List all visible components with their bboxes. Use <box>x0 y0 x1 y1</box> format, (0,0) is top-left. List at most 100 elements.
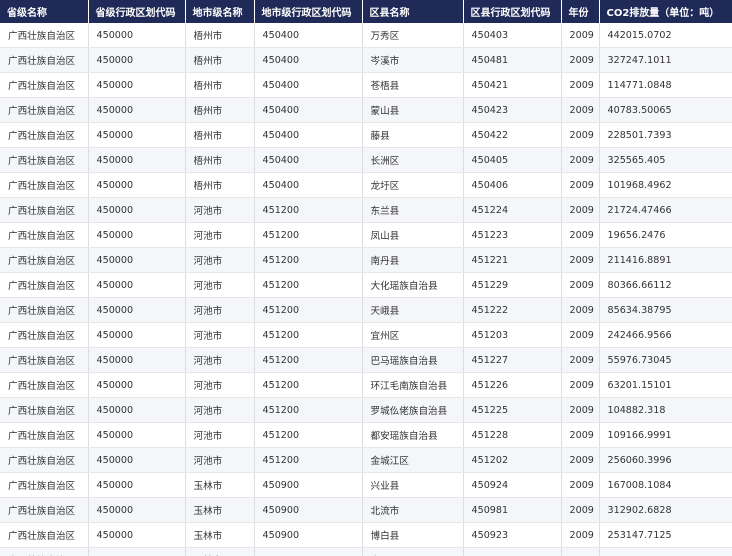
cell-county: 大化瑶族自治县 <box>362 272 464 298</box>
cell-city-code: 450400 <box>254 122 363 148</box>
cell-province-code: 450000 <box>88 23 186 48</box>
cell-county-code: 450403 <box>463 23 562 48</box>
cell-county-code: 451227 <box>463 347 562 373</box>
cell-province-code: 450000 <box>88 97 186 123</box>
cell-province-code: 450000 <box>88 547 186 556</box>
table-row: 广西壮族自治区 450000 河池市 451200 罗城仫佬族自治县 451225 2009… <box>0 397 732 423</box>
cell-province-code: 450000 <box>88 397 186 423</box>
cell-co2-emission: 167008.1084 <box>599 472 732 498</box>
cell-province-code: 450000 <box>88 447 186 473</box>
cell-province-code: 450000 <box>88 172 186 198</box>
cell-year: 2009 <box>561 197 600 223</box>
column-header-year[interactable]: 年份 <box>561 0 600 23</box>
cell-city-code: 451200 <box>254 397 363 423</box>
cell-province-code: 450000 <box>88 272 186 298</box>
cell-year: 2009 <box>561 422 600 448</box>
cell-co2-emission: 85634.38795 <box>599 297 732 323</box>
cell-city-code: 450900 <box>254 522 363 548</box>
cell-county-code: 451222 <box>463 297 562 323</box>
cell-city-code: 451200 <box>254 322 363 348</box>
table-row: 广西壮族自治区 450000 河池市 451200 金城江区 451202 2009 2560… <box>0 447 732 473</box>
column-header-province[interactable]: 省级名称 <box>0 0 89 23</box>
cell-city: 玉林市 <box>185 497 255 523</box>
cell-year: 2009 <box>561 147 600 173</box>
table-row: 广西壮族自治区 450000 梧州市 450400 长洲区 450405 2009 32556… <box>0 147 732 173</box>
cell-county: 罗城仫佬族自治县 <box>362 397 464 423</box>
cell-city-code: 450400 <box>254 97 363 123</box>
cell-city: 河池市 <box>185 247 255 273</box>
cell-year: 2009 <box>561 372 600 398</box>
cell-city-code: 451200 <box>254 372 363 398</box>
cell-co2-emission: 109166.9991 <box>599 422 732 448</box>
cell-year: 2009 <box>561 222 600 248</box>
cell-county-code: 451202 <box>463 447 562 473</box>
cell-county: 长洲区 <box>362 147 464 173</box>
column-header-city-code[interactable]: 地市级行政区划代码 <box>254 0 363 23</box>
cell-province: 广西壮族自治区 <box>0 122 89 148</box>
cell-province-code: 450000 <box>88 497 186 523</box>
cell-city-code: 450900 <box>254 547 363 556</box>
cell-city-code: 451200 <box>254 422 363 448</box>
cell-co2-emission: 242466.9566 <box>599 322 732 348</box>
table-row: 广西壮族自治区 450000 河池市 451200 大化瑶族自治县 451229 2009 8… <box>0 272 732 298</box>
column-header-county[interactable]: 区县名称 <box>362 0 464 23</box>
cell-county: 宜州区 <box>362 322 464 348</box>
cell-province: 广西壮族自治区 <box>0 472 89 498</box>
cell-year: 2009 <box>561 23 600 48</box>
cell-city: 河池市 <box>185 322 255 348</box>
cell-province: 广西壮族自治区 <box>0 147 89 173</box>
cell-county: 兴业县 <box>362 472 464 498</box>
cell-city-code: 450400 <box>254 47 363 73</box>
emissions-table: 省级名称 省级行政区划代码 地市级名称 地市级行政区划代码 区县名称 区县行政区… <box>0 0 732 556</box>
table-row: 广西壮族自治区 450000 玉林市 450900 北流市 450981 2009 31290… <box>0 497 732 523</box>
cell-province-code: 450000 <box>88 222 186 248</box>
cell-province: 广西壮族自治区 <box>0 522 89 548</box>
header-row: 省级名称 省级行政区划代码 地市级名称 地市级行政区划代码 区县名称 区县行政区… <box>0 0 732 23</box>
table-row: 广西壮族自治区 450000 河池市 451200 宜州区 451203 2009 24246… <box>0 322 732 348</box>
cell-city-code: 451200 <box>254 447 363 473</box>
cell-city-code: 451200 <box>254 272 363 298</box>
cell-year: 2009 <box>561 322 600 348</box>
cell-county: 环江毛南族自治县 <box>362 372 464 398</box>
cell-county-code: 451228 <box>463 422 562 448</box>
table-body: 广西壮族自治区 450000 梧州市 450400 万秀区 450403 2009 44201… <box>0 23 732 556</box>
cell-co2-emission: 104882.318 <box>599 397 732 423</box>
cell-county-code: 450981 <box>463 497 562 523</box>
column-header-city[interactable]: 地市级名称 <box>185 0 255 23</box>
cell-city: 梧州市 <box>185 47 255 73</box>
cell-co2-emission: 80366.66112 <box>599 272 732 298</box>
cell-county: 金城江区 <box>362 447 464 473</box>
cell-county: 蒙山县 <box>362 97 464 123</box>
column-header-co2[interactable]: CO2排放量（单位：吨） <box>599 0 732 23</box>
table-row: 广西壮族自治区 450000 河池市 451200 东兰县 451224 2009 21724… <box>0 197 732 223</box>
cell-city-code: 450400 <box>254 23 363 48</box>
cell-city: 梧州市 <box>185 23 255 48</box>
cell-city-code: 450400 <box>254 172 363 198</box>
cell-co2-emission: 21724.47466 <box>599 197 732 223</box>
cell-city: 玉林市 <box>185 547 255 556</box>
cell-county-code: 451223 <box>463 222 562 248</box>
column-header-province-code[interactable]: 省级行政区划代码 <box>88 0 186 23</box>
cell-year: 2009 <box>561 397 600 423</box>
table-row: 广西壮族自治区 450000 河池市 451200 天峨县 451222 2009 85634… <box>0 297 732 323</box>
table-row: 广西壮族自治区 450000 梧州市 450400 蒙山县 450423 2009 40783… <box>0 97 732 123</box>
cell-province: 广西壮族自治区 <box>0 497 89 523</box>
cell-county-code: 450924 <box>463 472 562 498</box>
table-row: 广西壮族自治区 450000 梧州市 450400 岑溪市 450481 2009 32724… <box>0 47 732 73</box>
cell-province: 广西壮族自治区 <box>0 47 89 73</box>
cell-county-code: 451229 <box>463 272 562 298</box>
cell-province-code: 450000 <box>88 72 186 98</box>
cell-county: 岑溪市 <box>362 47 464 73</box>
cell-province: 广西壮族自治区 <box>0 297 89 323</box>
cell-county: 藤县 <box>362 122 464 148</box>
column-header-county-code[interactable]: 区县行政区划代码 <box>463 0 562 23</box>
cell-co2-emission: 55976.73045 <box>599 347 732 373</box>
cell-co2-emission: 63201.15101 <box>599 372 732 398</box>
cell-province: 广西壮族自治区 <box>0 547 89 556</box>
cell-province: 广西壮族自治区 <box>0 372 89 398</box>
cell-county: 东兰县 <box>362 197 464 223</box>
cell-city-code: 451200 <box>254 297 363 323</box>
cell-county-code: 450421 <box>463 72 562 98</box>
table-row: 广西壮族自治区 450000 河池市 451200 南丹县 451221 2009 21141… <box>0 247 732 273</box>
cell-county: 凤山县 <box>362 222 464 248</box>
